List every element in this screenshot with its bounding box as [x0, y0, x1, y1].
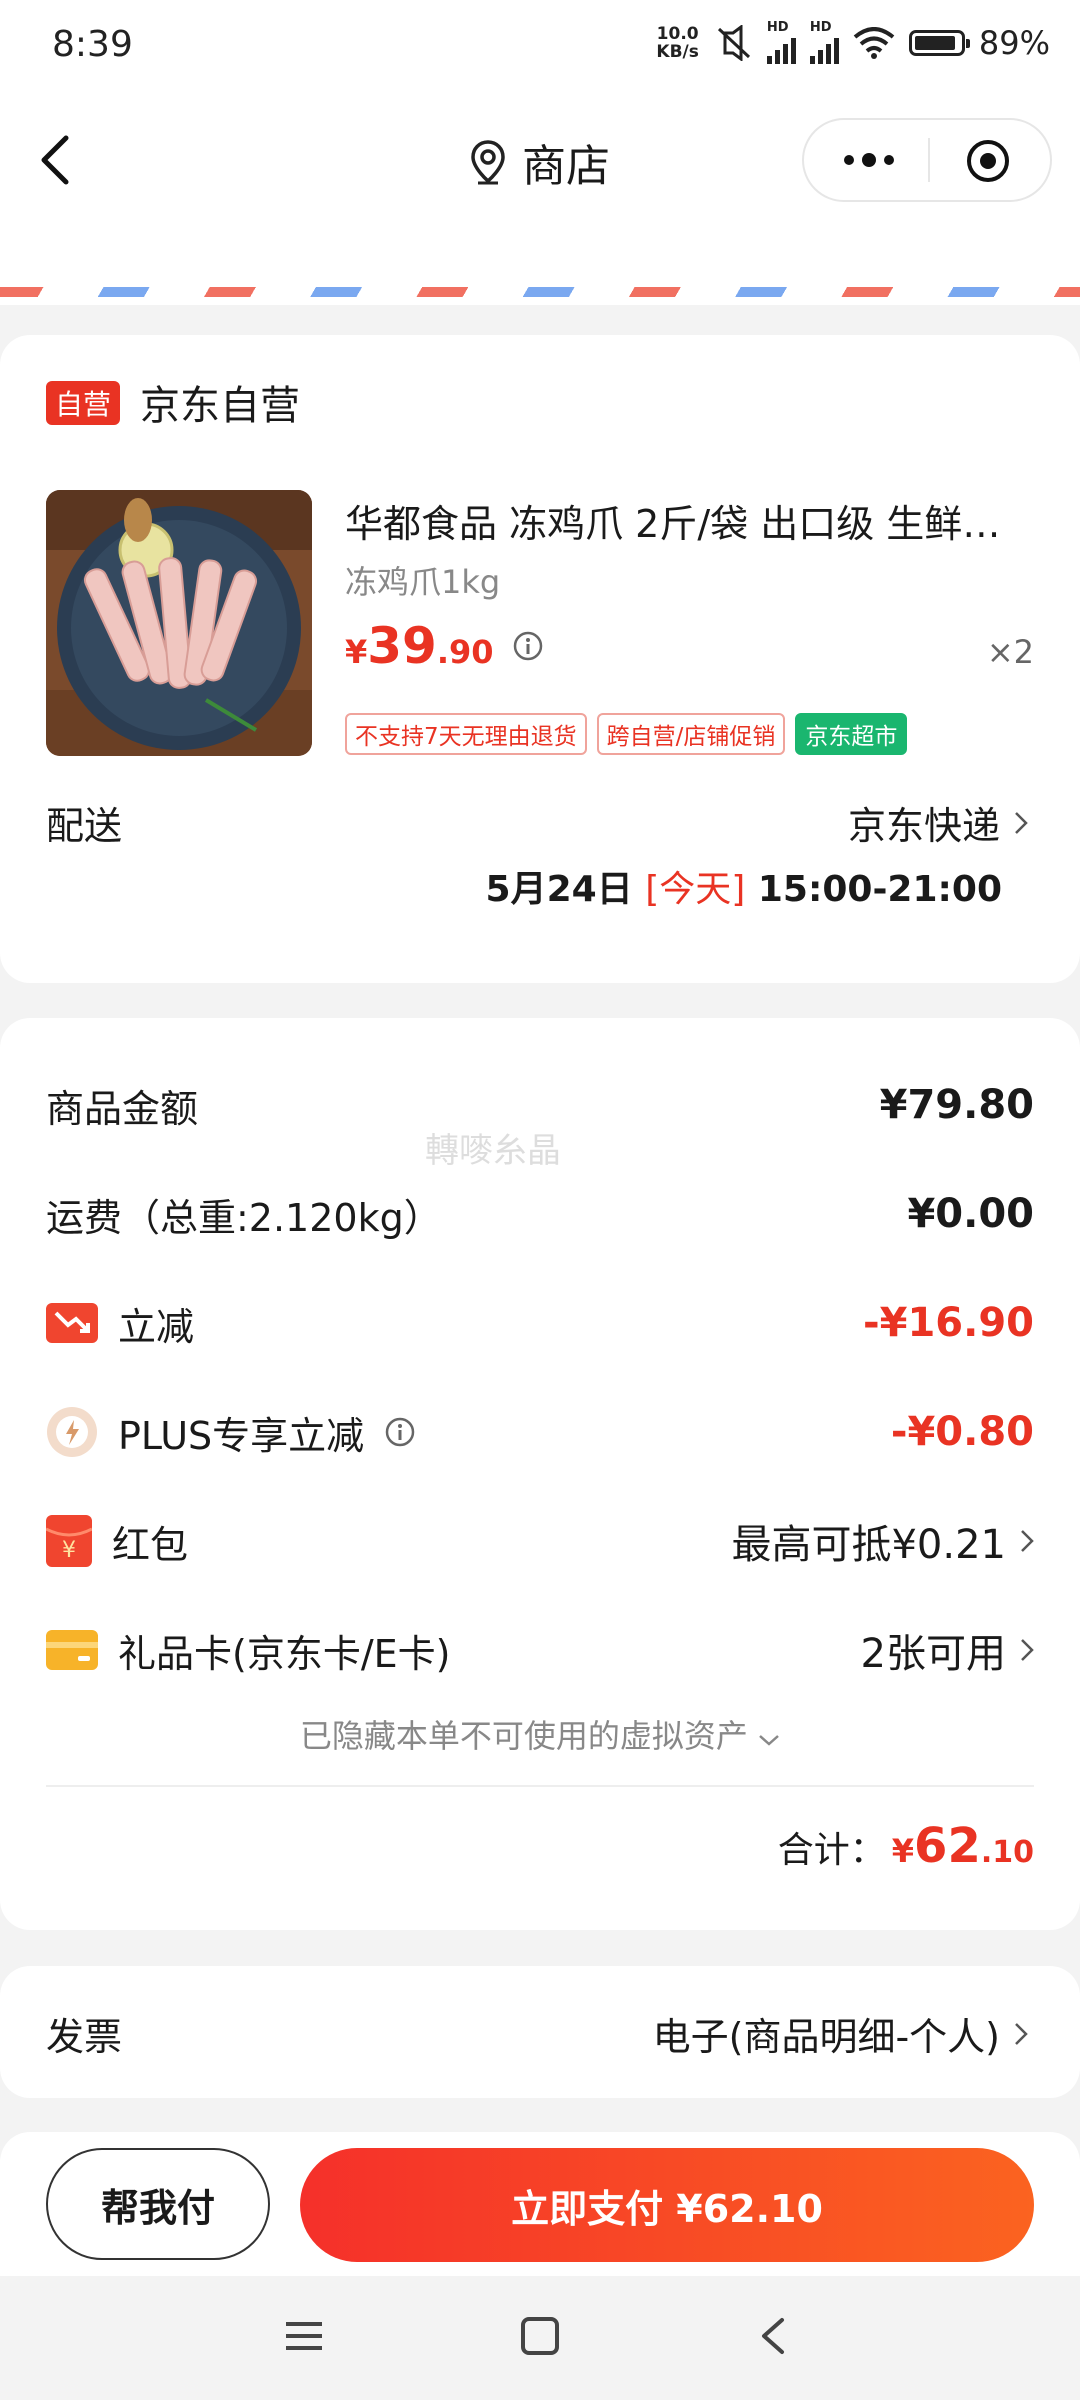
chevron-right-icon: [1021, 1639, 1034, 1661]
svg-text:¥: ¥: [62, 1538, 76, 1563]
menu-icon[interactable]: [282, 2316, 326, 2356]
hd-label: HD: [766, 20, 789, 35]
invoice-value: 电子(商品明细-个人): [653, 2006, 1028, 2061]
status-bar: 8:39 10.0 KB/s HD HD 89%: [0, 0, 1080, 100]
battery-icon: [908, 30, 970, 56]
divider: [46, 1785, 1034, 1787]
discount-row: 立减 -¥16.90: [46, 1288, 1034, 1358]
mute-icon: [717, 25, 750, 61]
more-icon[interactable]: [839, 148, 899, 172]
close-mini-program-icon[interactable]: [966, 139, 1010, 183]
delivery-method[interactable]: 京东快递: [848, 795, 1028, 850]
back-nav-icon[interactable]: [758, 2316, 788, 2356]
navigation-bar: 商店: [0, 100, 1080, 225]
info-icon[interactable]: [512, 630, 544, 662]
signal-icon: [809, 34, 839, 64]
address-card-bottom: [0, 225, 1080, 305]
checkout-bar: 帮我付 立即支付 ¥62.10: [0, 2132, 1080, 2276]
battery-percent: 89%: [978, 24, 1050, 62]
back-arrow-icon[interactable]: [30, 130, 90, 190]
gift-card-row[interactable]: 礼品卡(京东卡/E卡) 2张可用: [46, 1615, 1034, 1685]
tag-promotion: 跨自营/店铺促销: [596, 713, 786, 755]
mini-program-capsule: [802, 118, 1052, 202]
invoice-label: 发票: [46, 2015, 123, 2059]
help-pay-button[interactable]: 帮我付: [46, 2148, 270, 2260]
product-title[interactable]: 华都食品 冻鸡爪 2斤/袋 出口级 生鲜鸡爪 冷冻: [345, 493, 1005, 548]
discount-icon: [46, 1303, 98, 1343]
product-image[interactable]: [46, 490, 312, 756]
network-speed: 10.0 KB/s: [656, 24, 699, 62]
chevron-right-icon: [1015, 811, 1028, 834]
hidden-assets-toggle[interactable]: 已隐藏本单不可使用的虚拟资产: [0, 1711, 1080, 1757]
home-icon[interactable]: [520, 2316, 560, 2356]
system-navigation-bar: [0, 2276, 1080, 2400]
airmail-stripe: [0, 287, 1080, 297]
shipping-row: 运费（总重:2.120kg） ¥0.00: [46, 1191, 1034, 1240]
chevron-down-icon: [759, 1735, 779, 1746]
order-total: 合计： ¥ 62 .10: [777, 1818, 1034, 1874]
store-name[interactable]: 京东自营: [140, 373, 300, 431]
tag-no-return: 不支持7天无理由退货: [345, 713, 587, 755]
plus-discount-row: PLUS专享立减 -¥0.80: [46, 1397, 1034, 1467]
chevron-right-icon: [1021, 1530, 1034, 1552]
product-tags: 不支持7天无理由退货 跨自营/店铺促销 京东超市: [345, 713, 908, 755]
chevron-right-icon: [1015, 2022, 1028, 2045]
delivery-label: 配送: [46, 804, 123, 848]
hd-label: HD: [809, 20, 832, 35]
red-packet-icon: ¥: [46, 1515, 92, 1567]
wifi-icon: [853, 27, 895, 59]
signal-icon: [766, 34, 796, 64]
red-packet-row[interactable]: ¥ 红包 最高可抵¥0.21: [46, 1506, 1034, 1576]
product-quantity: ×2: [986, 633, 1034, 671]
location-pin-icon: [471, 140, 505, 185]
delivery-time[interactable]: 5月24日 [今天] 15:00-21:00: [486, 860, 1002, 912]
goods-amount-row: 商品金额 ¥79.80: [46, 1082, 1034, 1131]
pay-now-button[interactable]: 立即支付 ¥62.10: [300, 2148, 1034, 2262]
self-operated-badge: 自营: [46, 381, 121, 425]
plus-member-icon: [47, 1407, 97, 1457]
product-spec: 冻鸡爪1kg: [345, 563, 501, 601]
product-price: ¥ 39 .90: [345, 617, 544, 675]
status-icons: 10.0 KB/s HD HD 89%: [656, 20, 1050, 64]
price-summary-card: 轉嘜糸晶 商品金额 ¥79.80 运费（总重:2.120kg） ¥0.00 立减…: [0, 1018, 1080, 1930]
invoice-card[interactable]: 发票 电子(商品明细-个人): [0, 1966, 1080, 2098]
order-card: 自营 京东自营 华都食品 冻鸡爪 2斤/袋 出口级 生鲜鸡爪 冷冻 冻鸡爪1kg…: [0, 335, 1080, 983]
gift-card-icon: [46, 1630, 98, 1670]
clock: 8:39: [52, 24, 133, 65]
tag-supermarket: 京东超市: [795, 713, 908, 755]
capsule-divider: [928, 138, 930, 182]
info-icon[interactable]: [384, 1416, 416, 1448]
